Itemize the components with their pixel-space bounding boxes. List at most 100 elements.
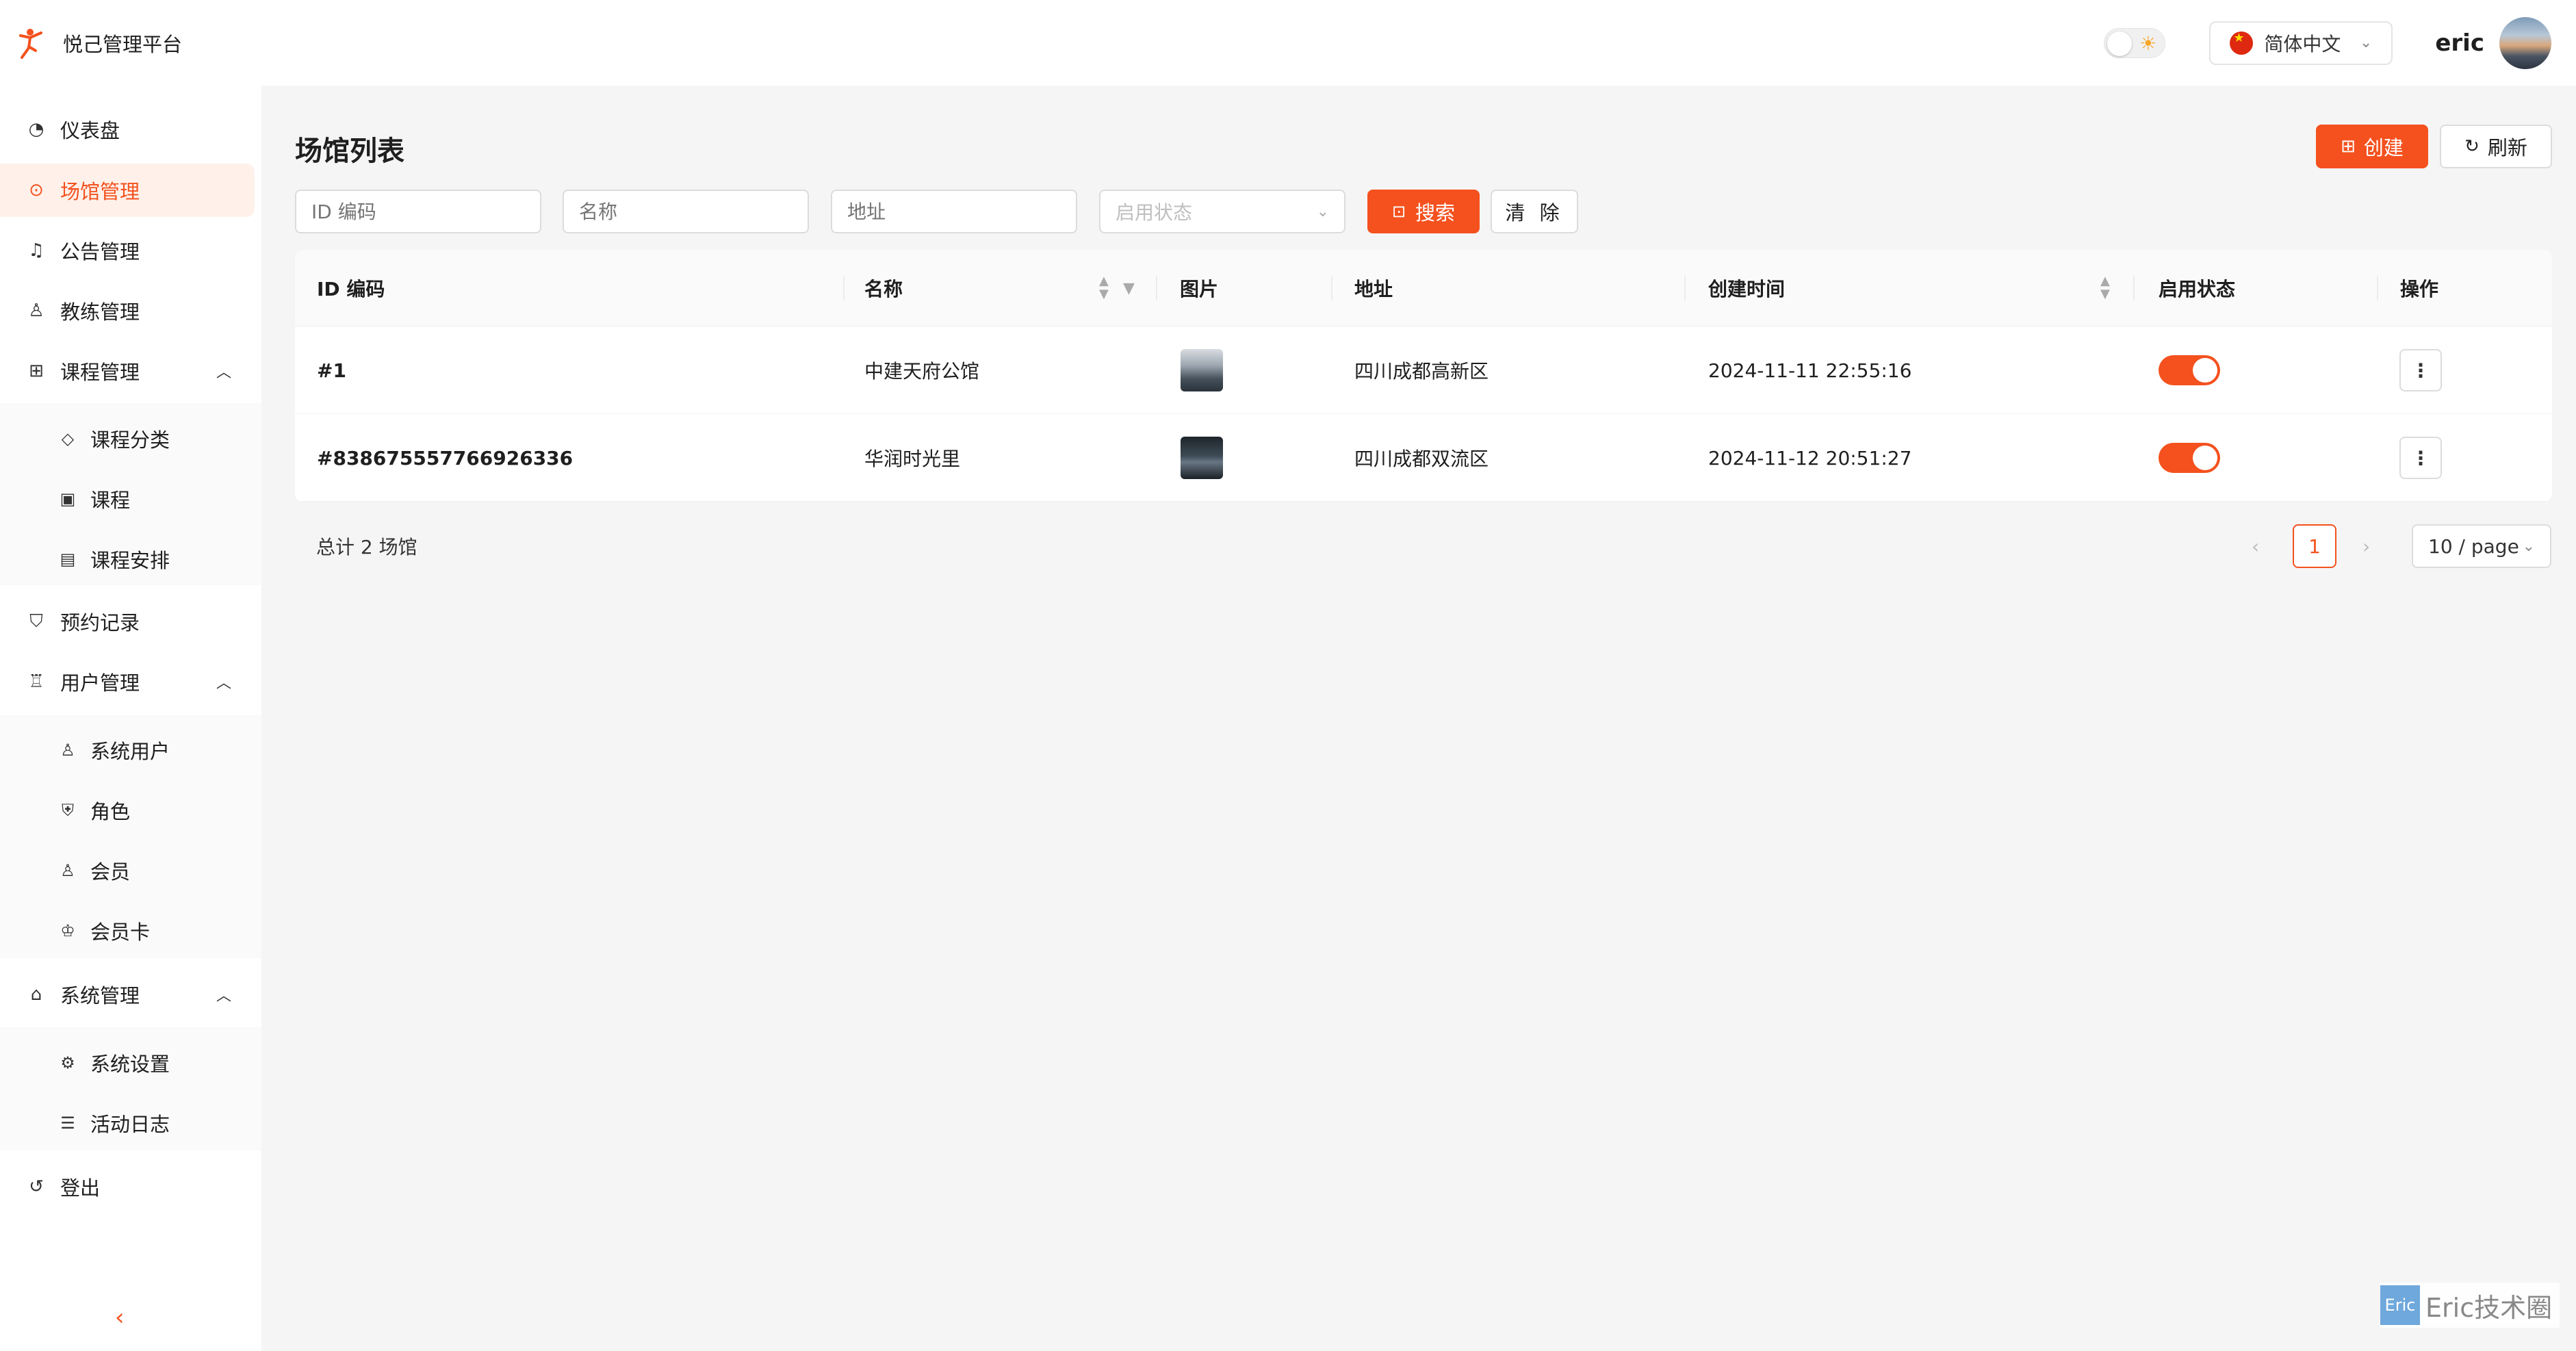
search-label: 搜索	[1415, 201, 1456, 224]
column-header-name: 名称	[864, 278, 903, 300]
cell-status	[2159, 414, 2220, 502]
column-header-actions: 操作	[2400, 278, 2439, 300]
app-title: 悦己管理平台	[63, 32, 183, 56]
user-icon: ♙	[28, 300, 44, 321]
column-header-address: 地址	[1354, 278, 1393, 300]
sidebar-item-user-management[interactable]: ♖ 用户管理 ︿	[0, 655, 261, 708]
sidebar-item-label: 预约记录	[60, 611, 140, 634]
search-button[interactable]: ⊡ 搜索	[1367, 190, 1480, 233]
cell-image	[1181, 326, 1223, 414]
chevron-left-icon[interactable]: ‹	[2252, 535, 2259, 558]
sidebar-item-roles[interactable]: ⛨ 角色	[0, 784, 261, 837]
refresh-icon: ↻	[2464, 136, 2480, 157]
column-separator	[843, 276, 845, 300]
collapse-sidebar-icon[interactable]: ‹	[115, 1304, 125, 1331]
status-placeholder: 启用状态	[1116, 201, 1193, 224]
cell-created: 2024-11-11 22:55:16	[1708, 359, 1912, 382]
dashboard-icon: ◔	[28, 119, 44, 140]
logo-area[interactable]: 悦己管理平台	[0, 0, 182, 86]
chevron-right-icon[interactable]: ›	[2362, 535, 2370, 558]
sidebar-item-course[interactable]: ▣ 课程	[0, 472, 261, 526]
column-separator	[1156, 276, 1157, 300]
column-separator	[1331, 276, 1332, 300]
chevron-down-icon: ⌄	[2359, 34, 2373, 51]
more-actions-button[interactable]: ⋮	[2399, 349, 2442, 391]
address-filter-input[interactable]	[831, 190, 1077, 233]
more-vertical-icon: ⋮	[2411, 446, 2430, 469]
create-label: 创建	[2363, 136, 2404, 159]
venue-thumbnail[interactable]	[1181, 349, 1223, 391]
sidebar-item-bookings[interactable]: ⛉ 预约记录	[0, 595, 261, 648]
sidebar-item-course-category[interactable]: ◇ 课程分类	[0, 412, 261, 465]
create-button[interactable]: ⊞ 创建	[2316, 125, 2428, 168]
more-actions-button[interactable]: ⋮	[2399, 437, 2442, 479]
grid-icon: ⊞	[29, 361, 44, 381]
sidebar-item-system-management[interactable]: ⌂ 系统管理 ︿	[0, 968, 261, 1021]
sidebar-item-system-users[interactable]: ♙ 系统用户	[0, 723, 261, 777]
switch-knob	[2193, 446, 2217, 470]
course-submenu: ◇ 课程分类 ▣ 课程 ▤ 课程安排	[0, 403, 261, 585]
total-count: 总计 2 场馆	[316, 536, 417, 558]
page-number-button[interactable]: 1	[2293, 524, 2336, 568]
user-icon: ♙	[60, 861, 75, 880]
sidebar-item-announcements[interactable]: ♫ 公告管理	[0, 224, 261, 277]
venue-thumbnail[interactable]	[1181, 437, 1223, 479]
tag-icon: ◇	[61, 429, 75, 448]
cell-id: #1	[317, 359, 346, 382]
schedule-icon: ▤	[60, 550, 76, 569]
filter-icon[interactable]: ▼	[1123, 280, 1135, 297]
cell-address: 四川成都高新区	[1354, 360, 1489, 383]
language-label: 简体中文	[2264, 32, 2341, 55]
cell-actions: ⋮	[2399, 414, 2442, 502]
sidebar-item-label: 登出	[60, 1176, 101, 1200]
users-icon: ♖	[28, 671, 44, 692]
name-filter-input[interactable]	[563, 190, 809, 233]
sidebar-item-activity-log[interactable]: ☰ 活动日志	[0, 1096, 261, 1150]
switch-knob	[2193, 358, 2217, 383]
sidebar: ◔ 仪表盘 ⊙ 场馆管理 ♫ 公告管理 ♙ 教练管理 ⊞ 课程管理 ︿ ◇ 课程…	[0, 86, 261, 1351]
sidebar-item-label: 公告管理	[60, 240, 140, 263]
more-vertical-icon: ⋮	[2411, 359, 2430, 382]
sort-icon[interactable]: ▲ ▼	[1099, 274, 1109, 300]
watermark-badge: Eric	[2380, 1285, 2420, 1325]
status-switch[interactable]	[2159, 443, 2220, 473]
status-switch[interactable]	[2159, 355, 2220, 385]
clear-button[interactable]: 清 除	[1491, 190, 1578, 233]
status-filter-select[interactable]: 启用状态 ⌄	[1099, 190, 1345, 233]
column-header-id: ID 编码	[317, 278, 385, 300]
column-header-created: 创建时间	[1708, 278, 1786, 300]
language-select[interactable]: 简体中文 ⌄	[2209, 21, 2393, 65]
id-filter-input[interactable]	[295, 190, 541, 233]
sidebar-item-label: 会员	[90, 860, 131, 884]
avatar[interactable]	[2499, 16, 2551, 69]
page-size-select[interactable]: 10 / page ⌄	[2412, 524, 2551, 568]
sidebar-item-coaches[interactable]: ♙ 教练管理	[0, 284, 261, 337]
venue-table: ID 编码 名称 ▲ ▼ ▼ 图片 地址 创建时间 ▲ ▼ 启用状态 操作 #1 中…	[295, 250, 2552, 502]
sun-icon: ☀	[2139, 31, 2157, 55]
sidebar-item-member-cards[interactable]: ♔ 会员卡	[0, 904, 261, 957]
sort-icon[interactable]: ▲ ▼	[2100, 274, 2110, 300]
refresh-button[interactable]: ↻ 刷新	[2440, 125, 2552, 168]
dancer-logo-icon	[19, 28, 42, 59]
home-icon: ⌂	[30, 984, 42, 1005]
sidebar-item-members[interactable]: ♙ 会员	[0, 844, 261, 897]
cell-id: #838675557766926336	[317, 446, 574, 469]
sidebar-item-courses[interactable]: ⊞ 课程管理 ︿	[0, 344, 261, 398]
sidebar-item-course-schedule[interactable]: ▤ 课程安排	[0, 532, 261, 586]
location-icon: ⊙	[29, 180, 44, 201]
sidebar-item-label: 会员卡	[90, 921, 151, 944]
top-header: 悦己管理平台 ☀ 简体中文 ⌄ eric	[0, 0, 2576, 86]
search-icon: ⊡	[1391, 202, 1406, 221]
username[interactable]: eric	[2435, 29, 2484, 57]
watermark-text: Eric技术圈	[2425, 1292, 2553, 1323]
chevron-down-icon: ⌄	[2522, 537, 2535, 555]
sidebar-item-logout[interactable]: ↺ 登出	[0, 1160, 261, 1213]
sidebar-item-dashboard[interactable]: ◔ 仪表盘	[0, 103, 261, 156]
plus-square-icon: ⊞	[2341, 136, 2356, 157]
theme-toggle[interactable]: ☀	[2104, 27, 2166, 58]
calendar-icon: ▣	[60, 489, 76, 509]
chevron-down-icon: ⌄	[1316, 203, 1329, 220]
sidebar-item-label: 系统用户	[90, 740, 170, 763]
sidebar-item-system-settings[interactable]: ⚙ 系统设置	[0, 1036, 261, 1090]
sidebar-item-venues[interactable]: ⊙ 场馆管理	[0, 164, 255, 217]
